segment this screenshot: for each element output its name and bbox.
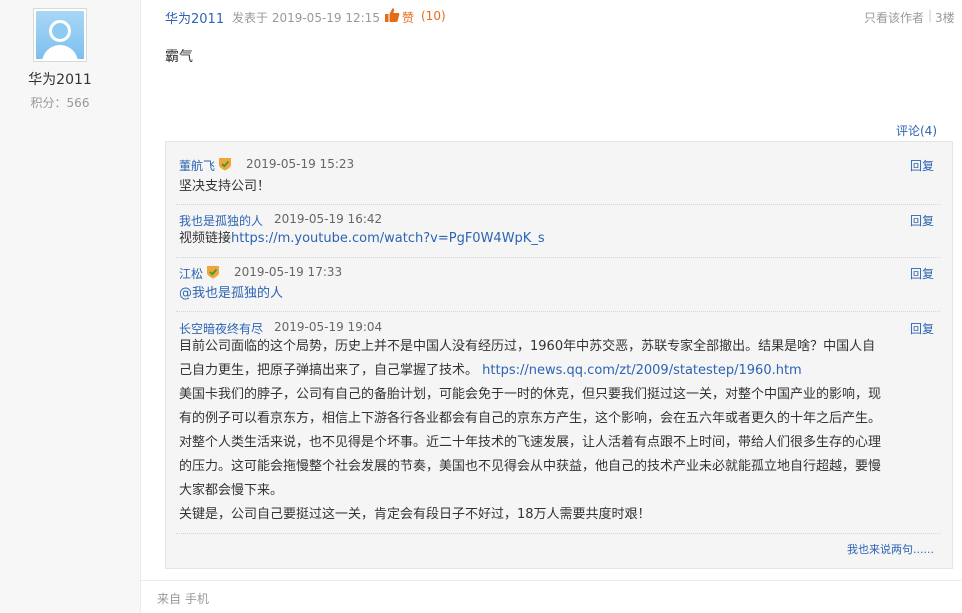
comment-line: 目前公司面临的这个局势，历史上并不是中国人没有经历过，1960年中苏交恶，苏联专… — [179, 339, 876, 354]
verified-badge-icon — [207, 266, 219, 279]
comment-item: 我也是孤独的人 2019-05-19 16:42 回复 视频链接https://… — [176, 205, 940, 258]
reply-button[interactable]: 回复 — [910, 212, 934, 229]
comment-text: 视频链接https://m.youtube.com/watch?v=PgF0W4… — [179, 227, 545, 251]
post-content: 霸气 — [165, 49, 193, 65]
comment-time: 2019-05-19 16:42 — [274, 212, 383, 226]
add-comment-link[interactable]: 我也来说两句...... — [847, 541, 934, 557]
comment-text: 坚决支持公司！ — [179, 179, 271, 194]
avatar[interactable] — [33, 8, 87, 62]
post-source: 来自 手机 — [157, 592, 209, 606]
comment-line: 关键是，公司自己要挺过这一关，肯定会有段日子不好过，18万人需要共度时艰！ — [179, 507, 651, 522]
comment-text: 目前公司面临的这个局势，历史上并不是中国人没有经历过，1960年中苏交恶，苏联专… — [179, 335, 943, 527]
comment-panel: 董航飞 2019-05-19 15:23 回复 坚决支持公司！ 我也是孤独的人 … — [165, 141, 953, 569]
separator: | — [928, 8, 933, 22]
post-time: 发表于 2019-05-19 12:15 — [232, 11, 380, 25]
reply-button[interactable]: 回复 — [910, 265, 934, 282]
comment-line: 对整个人类生活来说，也不见得是个坏事。近二十年技术的飞速发展，让人活着有点跟不上… — [179, 435, 882, 450]
comment-item: 江松 2019-05-19 17:33 回复 @我也是孤独的人 — [176, 258, 940, 312]
author-score: 积分：566 — [30, 96, 90, 110]
like-count: (10) — [421, 9, 446, 23]
comment-time: 2019-05-19 17:33 — [234, 265, 343, 279]
floor-number: 3楼 — [935, 11, 955, 25]
mention-link[interactable]: @我也是孤独的人 — [179, 282, 283, 306]
verified-badge-icon — [219, 158, 231, 171]
author-sidebar: 华为2011 积分：566 — [0, 0, 141, 613]
comment-user[interactable]: 江松 — [179, 265, 203, 282]
comment-line: 有的例子可以看京东方，相信上下游各行各业都会有自己的京东方产生，这个影响，会在五… — [179, 411, 882, 426]
news-link[interactable]: https://news.qq.com/zt/2009/statestep/19… — [482, 363, 802, 378]
thumb-up-icon[interactable] — [384, 7, 400, 23]
comment-line: 美国卡我们的脖子，公司有自己的备胎计划，可能会免于一时的休克，但只要我们挺过这一… — [179, 387, 882, 402]
divider — [141, 580, 962, 581]
only-author-link[interactable]: 只看该作者 — [864, 9, 924, 26]
comment-line: 大家都会慢下来。 — [179, 483, 284, 498]
comment-toggle[interactable]: 评论(4) — [896, 122, 937, 139]
video-link[interactable]: https://m.youtube.com/watch?v=PgF0W4WpK_… — [231, 231, 545, 246]
avatar-default-icon — [36, 11, 84, 59]
author-name[interactable]: 华为2011 — [0, 69, 120, 89]
comment-text-prefix: 视频链接 — [179, 231, 232, 246]
comment-item: 董航飞 2019-05-19 15:23 回复 坚决支持公司！ — [176, 150, 940, 205]
post-author-link[interactable]: 华为2011 — [165, 8, 224, 27]
comment-line: 己自力更生，把原子弹搞出来了，自己掌握了技术。 https://news.qq.… — [179, 363, 802, 378]
comment-time: 2019-05-19 15:23 — [246, 157, 355, 171]
like-button[interactable]: 赞 — [402, 9, 414, 26]
comment-line: 的压力。这可能会拖慢整个社会发展的节奏，美国也不见得会从中获益，他自己的技术产业… — [179, 459, 882, 474]
reply-button[interactable]: 回复 — [910, 157, 934, 174]
comment-time: 2019-05-19 19:04 — [274, 320, 383, 334]
comment-user[interactable]: 董航飞 — [179, 157, 215, 174]
comment-item: 长空暗夜终有尽 2019-05-19 19:04 回复 目前公司面临的这个局势，… — [176, 312, 940, 534]
